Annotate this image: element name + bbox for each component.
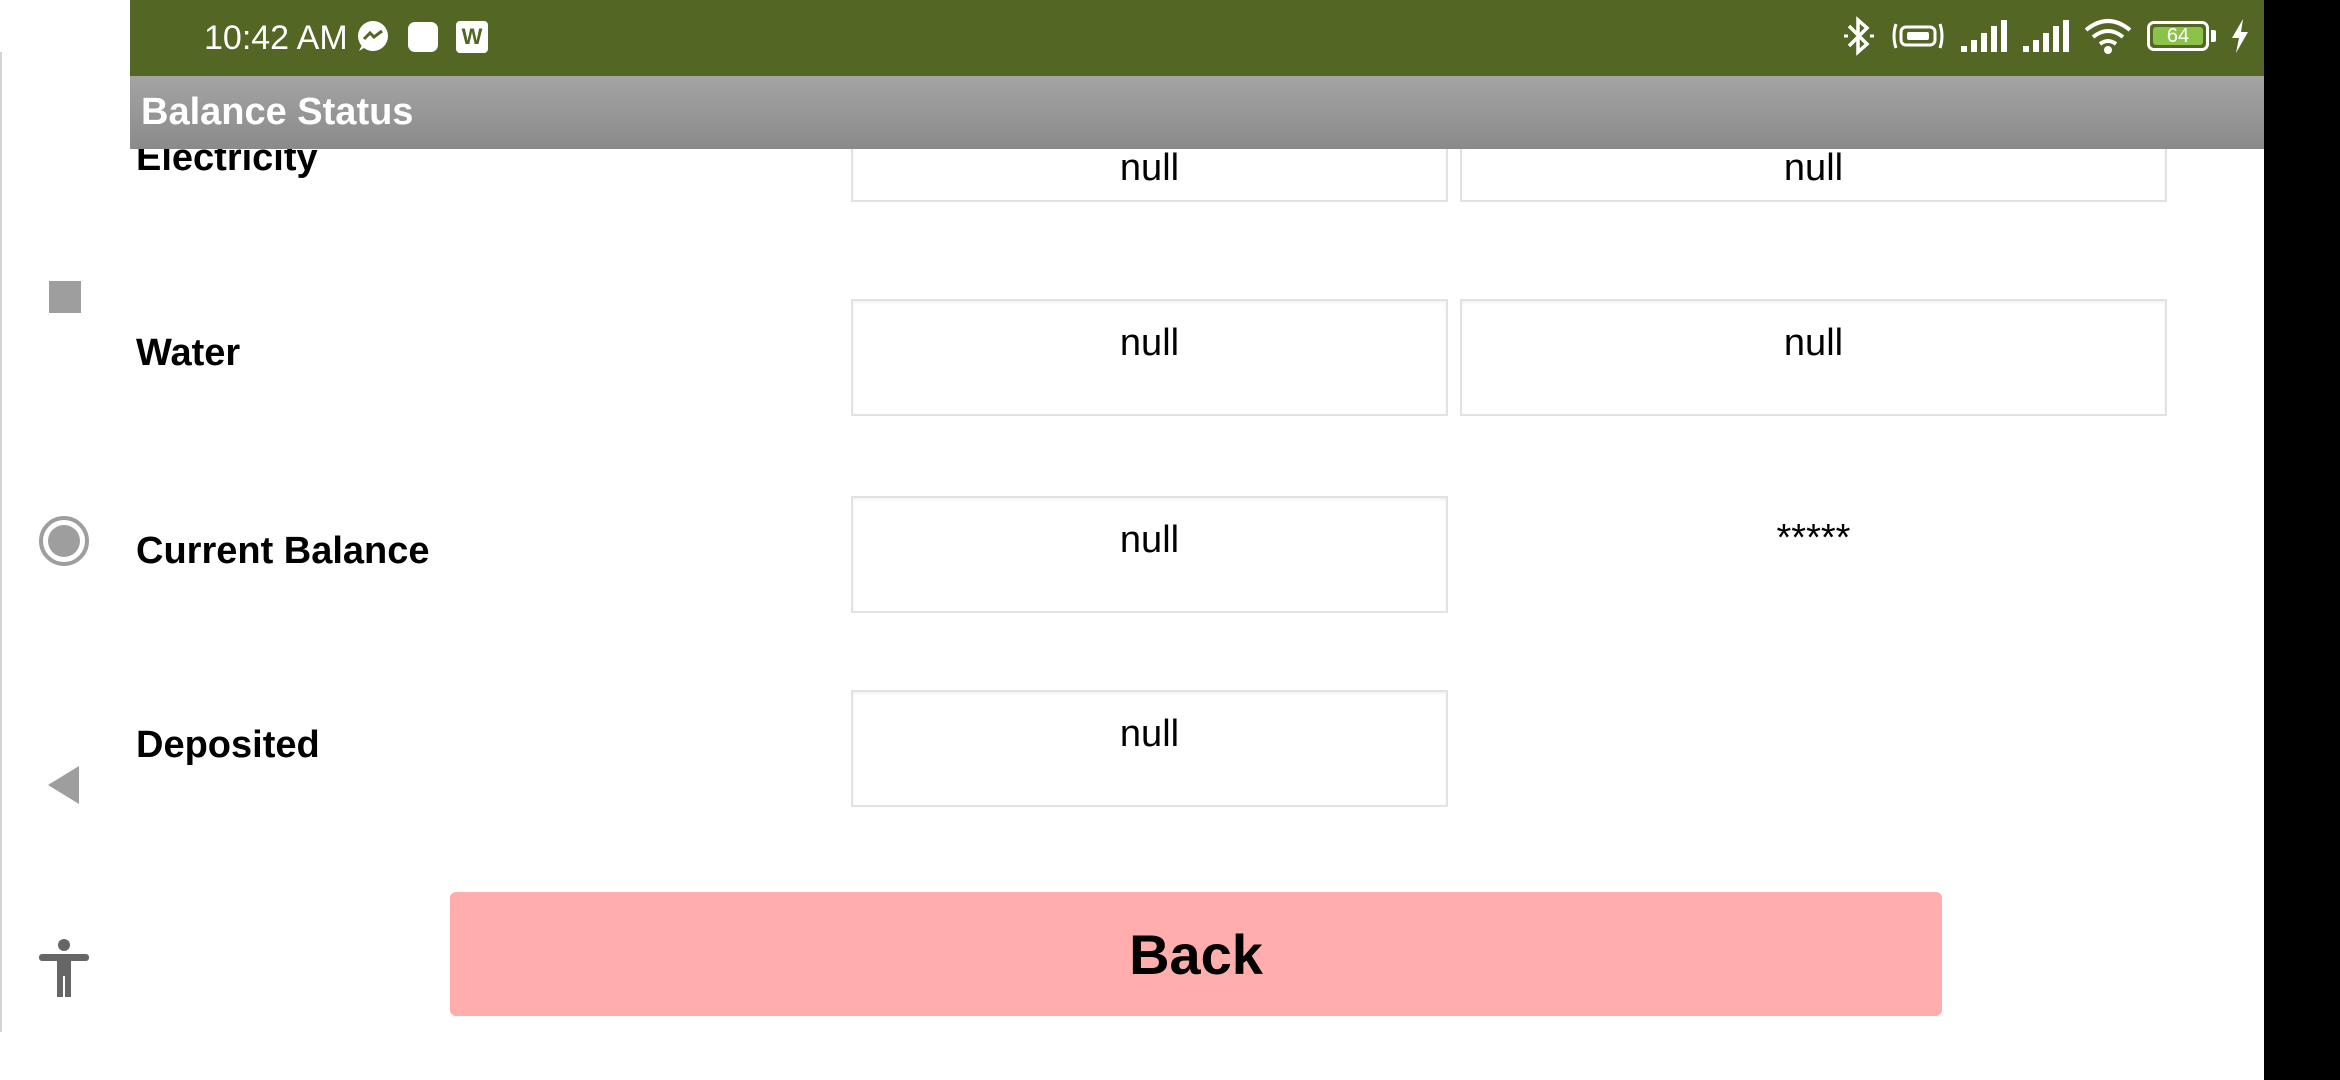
row-current-balance: Current Balance null ***** (130, 496, 2264, 622)
signal-2-icon (2023, 20, 2069, 52)
vibrate-icon (1892, 23, 1944, 49)
row-deposited: Deposited null (130, 690, 2264, 816)
row-electricity: Electricity null null (130, 149, 2264, 202)
nav-divider (0, 52, 2, 1032)
bluetooth-icon (1844, 16, 1874, 56)
charging-icon (2232, 19, 2248, 53)
signal-1-icon (1961, 20, 2007, 52)
battery-icon: 64 (2147, 21, 2209, 51)
row-water: Water null null (130, 299, 2264, 419)
water-value-field[interactable]: null (851, 299, 1448, 416)
navigation-bar (0, 0, 130, 1080)
back-button[interactable]: Back (450, 892, 1942, 1016)
battery-tip (2211, 30, 2216, 42)
page-title: Balance Status (141, 91, 414, 133)
row-label: Current Balance (136, 530, 430, 572)
home-button[interactable] (30, 507, 98, 575)
electricity-value-field[interactable]: null (851, 149, 1448, 202)
row-label: Electricity (136, 149, 318, 179)
back-nav-button[interactable] (30, 751, 98, 819)
home-circle-icon (39, 516, 89, 566)
word-icon-letter: W (461, 24, 483, 49)
row-label: Water (136, 332, 241, 374)
accessibility-icon (39, 939, 89, 997)
wifi-icon (2084, 19, 2132, 54)
notification-icons: W (356, 20, 488, 54)
word-app-icon: W (456, 21, 488, 53)
recents-button[interactable] (30, 262, 98, 330)
deposited-value-field[interactable]: null (851, 690, 1448, 807)
water-second-field[interactable]: null (1460, 299, 2167, 416)
row-label: Deposited (136, 724, 320, 766)
back-triangle-icon (48, 766, 79, 804)
balance-content: Electricity null null Water null null Cu… (130, 149, 2264, 1080)
current-balance-field[interactable]: null (851, 496, 1448, 613)
masked-balance-text: ***** (1776, 517, 1851, 559)
battery-level: 64 (2166, 25, 2190, 47)
electricity-second-field[interactable]: null (1460, 149, 2167, 202)
system-status-icons: 64 (1841, 14, 2250, 58)
app-title-bar: Balance Status (130, 76, 2264, 149)
status-bar: 10:42 AM W 64 (130, 0, 2264, 76)
messenger-icon (358, 21, 388, 51)
notification-square-icon (408, 22, 438, 52)
recents-square-icon (49, 281, 81, 313)
accessibility-button[interactable] (30, 934, 98, 1002)
screen-edge (2264, 0, 2340, 1080)
status-time: 10:42 AM (204, 19, 348, 57)
